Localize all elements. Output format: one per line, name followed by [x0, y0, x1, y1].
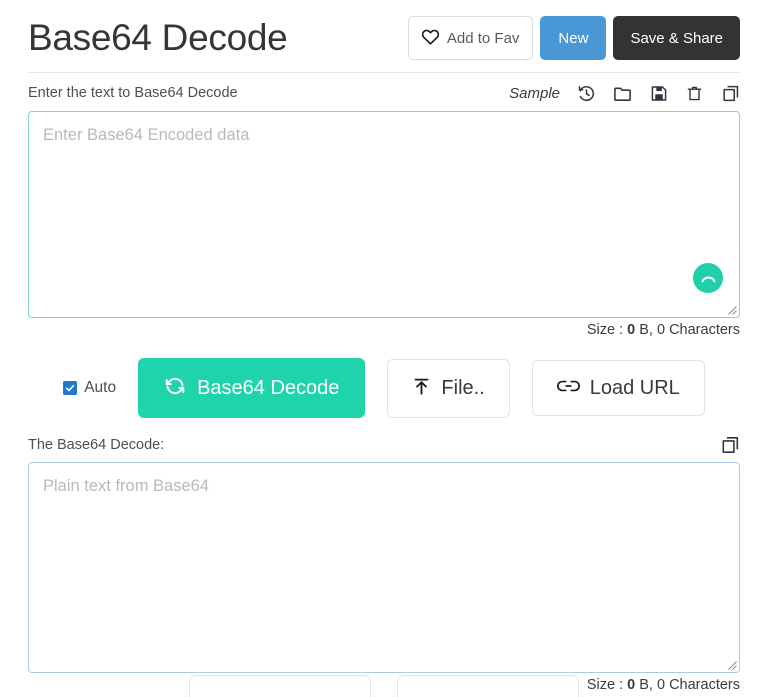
link-icon [556, 377, 580, 399]
input-textarea-wrap [28, 111, 740, 318]
save-icon[interactable] [649, 84, 668, 103]
header-divider [28, 72, 740, 73]
input-label-row: Enter the text to Base64 Decode Sample [28, 82, 740, 104]
base64-decode-button[interactable]: Base64 Decode [138, 358, 366, 418]
upload-icon [412, 376, 431, 401]
base64-input-textarea[interactable] [28, 111, 740, 318]
output-label: The Base64 Decode: [28, 437, 165, 453]
base64-output-textarea[interactable] [28, 462, 740, 673]
refresh-icon [164, 375, 186, 401]
input-toolbar: Sample [509, 84, 740, 103]
input-size-prefix: Size : [586, 322, 628, 338]
add-to-fav-label: Add to Fav [446, 29, 520, 47]
base64-decode-page: Base64 Decode Add to Fav New Save & Shar… [0, 0, 768, 697]
bottom-button-right[interactable] [397, 675, 579, 697]
page-title: Base64 Decode [28, 16, 288, 58]
file-upload-label: File.. [441, 377, 485, 399]
sample-link[interactable]: Sample [509, 85, 560, 102]
action-row: Auto Base64 Decode File.. Load URL [28, 358, 740, 418]
auto-label: Auto [84, 379, 117, 396]
auto-checkbox[interactable] [63, 381, 78, 395]
heart-icon [421, 28, 440, 48]
load-url-label: Load URL [589, 377, 680, 399]
header-actions: Add to Fav New Save & Share [407, 16, 740, 60]
loading-spinner-button[interactable] [693, 263, 723, 293]
input-size-status: Size : 0 B, 0 Characters [28, 322, 740, 338]
base64-decode-label: Base64 Decode [197, 377, 340, 399]
save-and-share-label: Save & Share [630, 29, 723, 47]
input-label: Enter the text to Base64 Decode [28, 85, 238, 101]
input-size-suffix: B, 0 Characters [635, 322, 740, 338]
bottom-button-row [28, 675, 740, 697]
trash-icon[interactable] [685, 84, 704, 103]
auto-checkbox-wrap[interactable]: Auto [63, 379, 116, 397]
folder-icon[interactable] [613, 84, 632, 103]
save-and-share-button[interactable]: Save & Share [613, 16, 740, 60]
file-upload-button[interactable]: File.. [387, 358, 510, 418]
output-label-row: The Base64 Decode: [28, 434, 740, 456]
copy-icon[interactable] [721, 84, 740, 103]
copy-icon[interactable] [721, 436, 740, 455]
new-button[interactable]: New [540, 16, 607, 60]
history-icon[interactable] [577, 84, 596, 103]
new-label: New [558, 29, 589, 47]
bottom-button-left[interactable] [189, 675, 371, 697]
load-url-button[interactable]: Load URL [531, 360, 705, 416]
output-textarea-wrap [28, 462, 740, 673]
page-header: Base64 Decode Add to Fav New Save & Shar… [28, 0, 740, 72]
add-to-fav-button[interactable]: Add to Fav [407, 16, 534, 60]
